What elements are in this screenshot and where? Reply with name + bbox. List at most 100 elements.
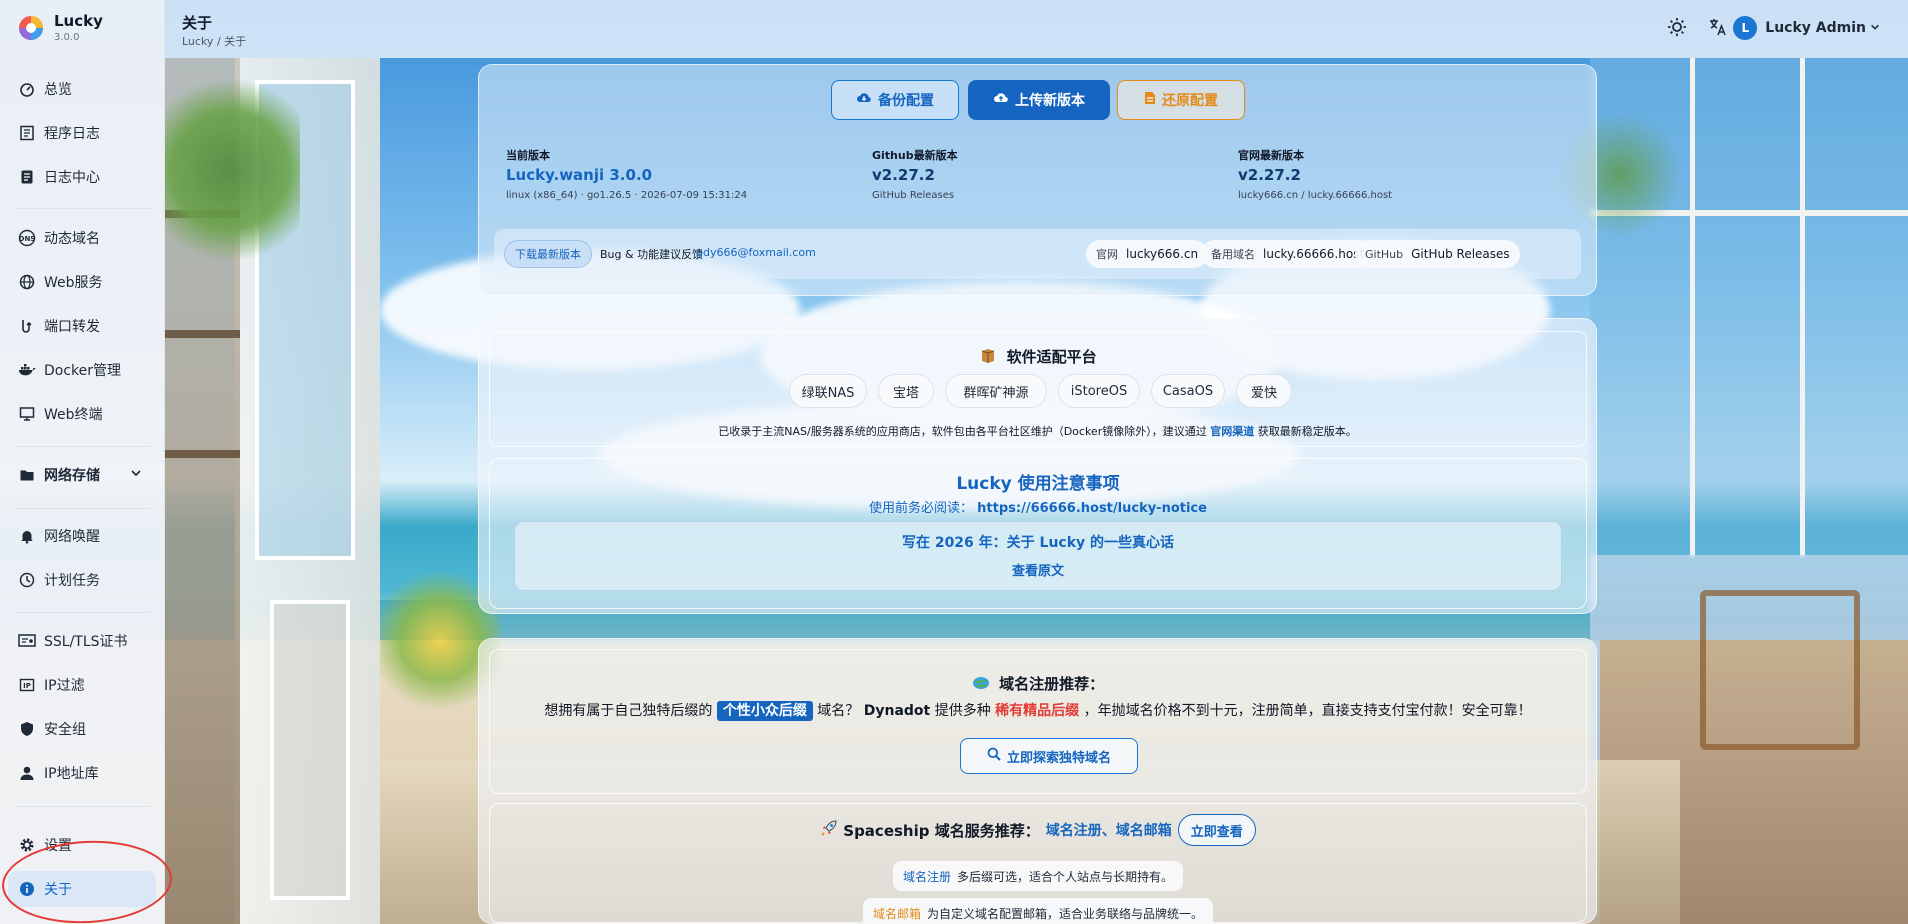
upload-new-version-label: 上传新版本 bbox=[1015, 93, 1085, 109]
official-version-source: lucky666.cn / lucky.66666.host bbox=[1238, 190, 1393, 201]
sidebar-divider bbox=[14, 612, 150, 613]
backup-config-label: 备份配置 bbox=[878, 93, 934, 109]
platform-chip[interactable]: 爱快 bbox=[1236, 374, 1292, 408]
globe-color-icon bbox=[972, 675, 994, 693]
sidebar-item-ddns[interactable]: DNS 动态域名 bbox=[8, 220, 156, 256]
explore-domain-label: 立即探索独特域名 bbox=[1006, 750, 1111, 766]
platforms-note-text: 已收录于主流NAS/服务器系统的应用商店，软件包由各平台社区维护（Docker镜… bbox=[718, 425, 1207, 438]
view-now-button[interactable]: 立即查看 bbox=[1177, 814, 1256, 846]
shield-icon bbox=[18, 720, 36, 738]
github-version-value: v2.27.2 bbox=[872, 166, 935, 184]
spaceship-item-mail: 域名邮箱 为自定义域名配置邮箱，适合业务联络与品牌统一。 bbox=[862, 898, 1214, 924]
sidebar-item-log-center[interactable]: 日志中心 bbox=[8, 159, 156, 195]
notice-link[interactable]: https://66666.host/lucky-notice bbox=[977, 501, 1207, 516]
official-channel-link[interactable]: 官网渠道 bbox=[1210, 425, 1254, 438]
restore-config-label: 还原配置 bbox=[1162, 93, 1218, 109]
niche-suffix-badge: 个性小众后缀 bbox=[716, 701, 813, 721]
domain-promo-title: 域名注册推荐： bbox=[999, 675, 1105, 693]
sidebar-item-network-storage[interactable]: 网络存储 bbox=[8, 457, 156, 493]
github-version-label: Github最新版本 bbox=[872, 149, 958, 162]
sidebar-item-web-service[interactable]: Web服务 bbox=[8, 264, 156, 300]
spaceship-item2-label: 域名邮箱 bbox=[872, 906, 921, 921]
platforms-title: 软件适配平台 bbox=[1006, 348, 1097, 366]
spaceship-panel: Spaceship 域名服务推荐： 域名注册、域名邮箱 立即查看 域名注册 多后… bbox=[489, 803, 1587, 924]
log-center-icon bbox=[18, 168, 36, 186]
avatar: L bbox=[1733, 16, 1758, 40]
article-box: 写在 2026 年：关于 Lucky 的一些真心话 查看原文 bbox=[514, 521, 1562, 591]
github-value: GitHub Releases bbox=[1411, 247, 1510, 261]
spaceship-item-row: 域名邮箱 为自定义域名配置邮箱，适合业务联络与品牌统一。 bbox=[490, 898, 1586, 924]
sidebar-item-security-group[interactable]: 安全组 bbox=[8, 711, 156, 747]
platform-chip[interactable]: 绿联NAS bbox=[789, 374, 867, 408]
github-label: GitHub bbox=[1365, 247, 1404, 261]
platform-chip[interactable]: iStoreOS bbox=[1058, 374, 1140, 408]
sidebar-item-docker[interactable]: Docker管理 bbox=[8, 352, 156, 388]
bell-icon bbox=[18, 527, 36, 545]
sidebar-divider bbox=[14, 208, 150, 209]
notice-title: Lucky 使用注意事项 bbox=[956, 474, 1120, 494]
upload-new-version-button[interactable]: 上传新版本 bbox=[968, 80, 1110, 120]
sidebar-item-label: Docker管理 bbox=[44, 363, 122, 379]
feedback-email-link[interactable]: gdy666@foxmail.com bbox=[696, 246, 816, 259]
sidebar-item-wake-on-lan[interactable]: 网络唤醒 bbox=[8, 518, 156, 554]
backup-domain-value: lucky.66666.host bbox=[1263, 247, 1365, 261]
explore-domain-button[interactable]: 立即探索独特域名 bbox=[960, 738, 1138, 774]
platform-chip[interactable]: CasaOS bbox=[1151, 374, 1225, 408]
translate-icon bbox=[1708, 17, 1728, 42]
sidebar-item-program-log[interactable]: 程序日志 bbox=[8, 115, 156, 151]
clock-icon bbox=[18, 571, 36, 589]
log-icon bbox=[18, 124, 36, 142]
sidebar-item-scheduled-tasks[interactable]: 计划任务 bbox=[8, 562, 156, 598]
sidebar-item-ip-filter[interactable]: IP IP过滤 bbox=[8, 667, 156, 703]
svg-text:IP: IP bbox=[23, 682, 31, 690]
sidebar-divider bbox=[14, 446, 150, 447]
domain-promo-text: 想拥有属于自己独特后缀的 个性小众后缀 域名？ Dynadot 提供多种 稀有精… bbox=[490, 700, 1586, 721]
sidebar-divider bbox=[14, 508, 150, 509]
sidebar-item-label: 程序日志 bbox=[44, 126, 100, 142]
ip-filter-icon: IP bbox=[18, 676, 36, 694]
terminal-icon bbox=[18, 405, 36, 423]
sidebar-item-label: 计划任务 bbox=[44, 573, 100, 589]
sidebar-item-label: IP过滤 bbox=[44, 678, 85, 694]
sidebar: Lucky 3.0.0 总览 程序日志 日志中心 DNS 动态域名 Web服务 … bbox=[0, 0, 165, 924]
download-latest-button[interactable]: 下载最新版本 bbox=[504, 240, 592, 268]
links-bar: 下载最新版本 Bug & 功能建议反馈 gdy666@foxmail.com 官… bbox=[494, 229, 1581, 279]
platforms-note: 已收录于主流NAS/服务器系统的应用商店，软件包由各平台社区维护（Docker镜… bbox=[479, 423, 1596, 439]
official-site-label: 官网 bbox=[1096, 248, 1118, 261]
sidebar-divider bbox=[14, 806, 150, 807]
official-site-link[interactable]: 官网 lucky666.cn bbox=[1086, 240, 1209, 268]
platform-chip[interactable]: 宝塔 bbox=[878, 374, 934, 408]
storage-icon bbox=[18, 466, 36, 484]
backup-config-button[interactable]: 备份配置 bbox=[831, 80, 959, 120]
theme-toggle-button[interactable] bbox=[1665, 17, 1689, 41]
github-link[interactable]: GitHub GitHub Releases bbox=[1355, 240, 1520, 268]
top-header: 关于 Lucky / 关于 L Lucky Admin bbox=[165, 0, 1908, 58]
platform-chip[interactable]: 群晖矿神源 bbox=[945, 374, 1047, 408]
sidebar-item-web-terminal[interactable]: Web终端 bbox=[8, 396, 156, 432]
app-version: 3.0.0 bbox=[54, 32, 80, 43]
app-name: Lucky bbox=[54, 12, 103, 30]
rocket-icon bbox=[820, 819, 843, 841]
backup-domain-link[interactable]: 备用域名 lucky.66666.host bbox=[1201, 240, 1375, 268]
github-version-source: GitHub Releases bbox=[872, 190, 955, 201]
promo-text-1: 想拥有属于自己独特后缀的 bbox=[544, 703, 713, 719]
brand[interactable]: Lucky 3.0.0 bbox=[18, 12, 103, 43]
read-original-link[interactable]: 查看原文 bbox=[515, 560, 1561, 579]
rare-suffix-highlight: 稀有精品后缀 bbox=[995, 703, 1080, 719]
language-button[interactable] bbox=[1706, 17, 1730, 41]
official-site-value: lucky666.cn bbox=[1126, 247, 1199, 261]
globe-icon bbox=[18, 273, 36, 291]
sidebar-item-ip-database[interactable]: IP地址库 bbox=[8, 755, 156, 791]
docker-icon bbox=[18, 361, 36, 379]
sidebar-item-overview[interactable]: 总览 bbox=[8, 71, 156, 107]
sidebar-item-ssl-tls[interactable]: SSL/TLS证书 bbox=[8, 623, 156, 659]
promo-text-2: 域名？ bbox=[817, 703, 860, 719]
spaceship-item-row: 域名注册 多后缀可选，适合个人站点与长期持有。 bbox=[490, 861, 1586, 891]
current-version-value: Lucky.wanji 3.0.0 bbox=[506, 166, 653, 184]
spaceship-links[interactable]: 域名注册、域名邮箱 bbox=[1046, 820, 1172, 840]
user-menu[interactable]: L Lucky Admin bbox=[1733, 16, 1880, 40]
restore-config-button[interactable]: 还原配置 bbox=[1117, 80, 1245, 120]
svg-text:DNS: DNS bbox=[19, 235, 36, 243]
sidebar-item-port-forward[interactable]: 端口转发 bbox=[8, 308, 156, 344]
platforms-heading: 软件适配平台 bbox=[490, 346, 1586, 367]
